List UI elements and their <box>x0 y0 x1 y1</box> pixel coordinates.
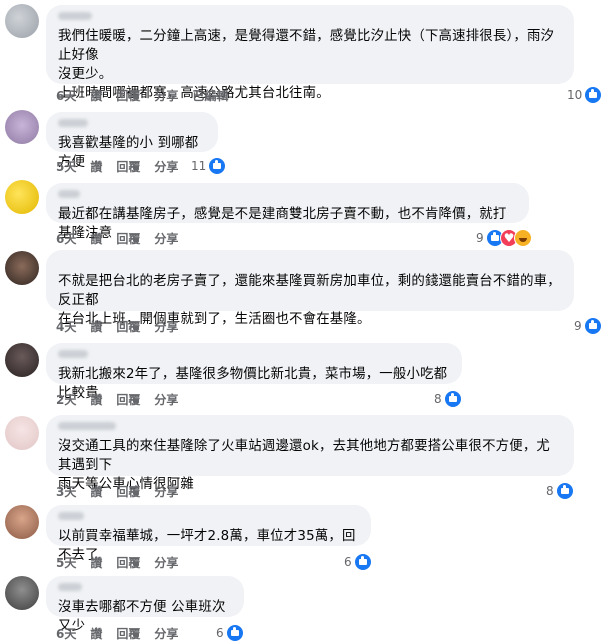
like-button[interactable]: 讚 <box>90 318 102 335</box>
reaction-count: 6 <box>344 555 352 569</box>
reaction-count: 8 <box>434 392 442 406</box>
reply-button[interactable]: 回覆 <box>116 230 140 247</box>
commenter-name[interactable] <box>58 583 232 595</box>
reply-button[interactable]: 回覆 <box>116 318 140 335</box>
commenter-name[interactable] <box>58 257 562 269</box>
commenter-name[interactable] <box>58 12 562 24</box>
like-reaction-icon <box>353 553 372 571</box>
comment-bubble: 以前買幸福華城，一坪才2.8萬，車位才35萬，回不去了 <box>46 505 371 563</box>
comment-actions: 6天 讚 回覆 分享 <box>56 230 192 247</box>
comment-time[interactable]: 6天 <box>56 230 76 247</box>
reply-button[interactable]: 回覆 <box>116 483 140 500</box>
comment-time[interactable]: 6天 <box>56 625 76 642</box>
share-button[interactable]: 分享 <box>154 625 178 642</box>
comment-actions: 4天 讚 回覆 分享 <box>56 318 192 335</box>
reaction-count: 6 <box>216 626 224 640</box>
reaction-count: 9 <box>476 231 484 245</box>
like-button[interactable]: 讚 <box>90 483 102 500</box>
comment-actions: 6天 讚 回覆 分享 <box>56 625 192 642</box>
commenter-name[interactable] <box>58 512 359 524</box>
comment-actions: 5天 讚 回覆 分享 <box>56 158 192 175</box>
comment-time[interactable]: 4天 <box>56 318 76 335</box>
comment-bubble: 最近都在講基隆房子，感覺是不是建商雙北房子賣不動，也不肯降價，就打基隆注意 <box>46 183 529 241</box>
avatar[interactable] <box>5 576 39 610</box>
reply-button[interactable]: 回覆 <box>116 158 140 175</box>
reaction-summary[interactable]: 6 <box>216 624 244 642</box>
like-button[interactable]: 讚 <box>90 625 102 642</box>
avatar[interactable] <box>5 505 39 539</box>
comment-actions: 3天 讚 回覆 分享 <box>56 483 192 500</box>
like-button[interactable]: 讚 <box>90 391 102 408</box>
reply-button[interactable]: 回覆 <box>116 391 140 408</box>
avatar[interactable] <box>5 4 39 38</box>
reaction-summary[interactable]: 9 <box>574 317 602 335</box>
like-button[interactable]: 讚 <box>90 87 102 104</box>
avatar[interactable] <box>5 343 39 377</box>
like-button[interactable]: 讚 <box>90 158 102 175</box>
comment-bubble: 沒車去哪都不方便 公車班次又少 <box>46 576 244 634</box>
reaction-count: 11 <box>191 159 207 173</box>
reaction-count: 8 <box>546 484 554 498</box>
share-button[interactable]: 分享 <box>154 87 178 104</box>
comment-time[interactable]: 6天 <box>56 87 76 104</box>
comment-time[interactable]: 5天 <box>56 158 76 175</box>
reply-button[interactable]: 回覆 <box>116 87 140 104</box>
share-button[interactable]: 分享 <box>154 230 178 247</box>
avatar[interactable] <box>5 416 39 450</box>
comment-actions: 6天 讚 回覆 分享 已編輯 <box>56 87 242 104</box>
reaction-summary[interactable]: 6 <box>344 553 372 571</box>
commenter-name[interactable] <box>58 422 562 434</box>
reaction-count: 10 <box>567 88 583 102</box>
comment-actions: 2天 讚 回覆 分享 <box>56 391 192 408</box>
comment-bubble: 不就是把台北的老房子賣了，還能來基隆買新房加車位，剩的錢還能賣台不錯的車，反正都… <box>46 250 574 327</box>
like-button[interactable]: 讚 <box>90 230 102 247</box>
share-button[interactable]: 分享 <box>154 554 178 571</box>
commenter-name[interactable] <box>58 190 517 202</box>
like-reaction-icon <box>584 86 603 104</box>
haha-reaction-icon <box>513 229 532 247</box>
avatar[interactable] <box>5 251 39 285</box>
commenter-name[interactable] <box>58 350 450 362</box>
comment-time[interactable]: 3天 <box>56 483 76 500</box>
reaction-count: 9 <box>574 319 582 333</box>
comment-bubble: 我們住暖暖，二分鐘上高速，是覺得還不錯，感覺比汐止快（下高速排很長），雨汐止好像… <box>46 5 574 101</box>
reaction-summary[interactable]: 8 <box>434 390 462 408</box>
avatar[interactable] <box>5 180 39 214</box>
like-reaction-icon <box>225 624 244 642</box>
share-button[interactable]: 分享 <box>154 483 178 500</box>
share-button[interactable]: 分享 <box>154 318 178 335</box>
avatar[interactable] <box>5 110 39 144</box>
like-reaction-icon <box>555 482 574 500</box>
like-reaction-icon <box>208 157 227 175</box>
commenter-name[interactable] <box>58 119 206 131</box>
share-button[interactable]: 分享 <box>154 391 178 408</box>
like-button[interactable]: 讚 <box>90 554 102 571</box>
comment-time[interactable]: 2天 <box>56 391 76 408</box>
comment-bubble: 我喜歡基隆的小 到哪都方便 <box>46 112 218 170</box>
like-reaction-icon <box>583 317 602 335</box>
reaction-summary[interactable]: 10 <box>567 86 603 104</box>
comment-bubble: 沒交通工具的來住基隆除了火車站週邊還ok，去其他地方都要搭公車很不方便，尤其遇到… <box>46 415 574 492</box>
edited-label: 已編輯 <box>192 89 229 103</box>
reply-button[interactable]: 回覆 <box>116 625 140 642</box>
share-button[interactable]: 分享 <box>154 158 178 175</box>
reaction-summary[interactable]: 9 <box>476 229 532 247</box>
comment-actions: 5天 讚 回覆 分享 <box>56 554 192 571</box>
comment-bubble: 我新北搬來2年了，基隆很多物價比新北貴，菜市場，一般小吃都比較貴 <box>46 343 462 401</box>
like-reaction-icon <box>443 390 462 408</box>
reply-button[interactable]: 回覆 <box>116 554 140 571</box>
reaction-summary[interactable]: 8 <box>546 482 574 500</box>
comment-time[interactable]: 5天 <box>56 554 76 571</box>
reaction-summary[interactable]: 11 <box>191 157 227 175</box>
